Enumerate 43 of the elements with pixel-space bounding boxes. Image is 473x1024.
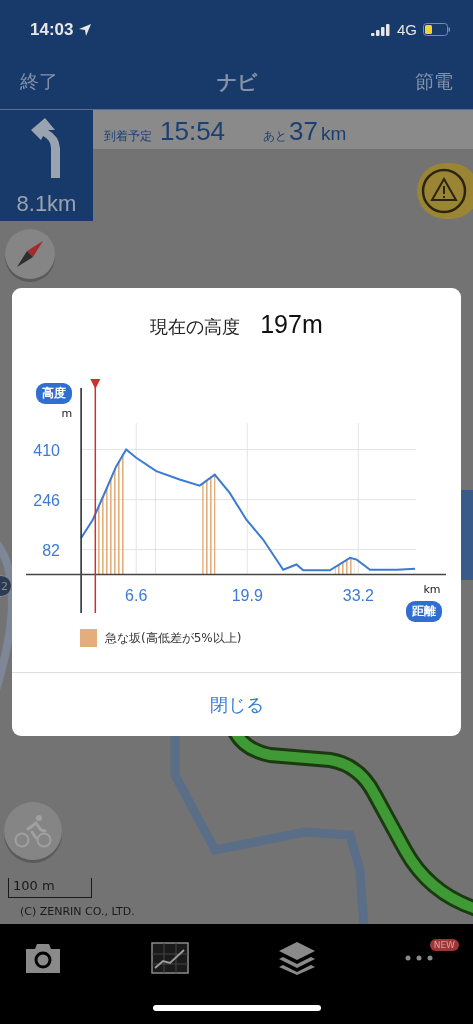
network-type: 4G bbox=[397, 21, 417, 38]
legend-swatch bbox=[80, 629, 97, 647]
legend-label: 急な坂(高低差が5%以上) bbox=[105, 629, 242, 647]
more-icon bbox=[405, 955, 433, 961]
remaining-label: あと bbox=[263, 128, 288, 145]
remaining-unit: km bbox=[321, 123, 347, 145]
distance-axis-badge: 距離 bbox=[405, 601, 442, 622]
line-chart-icon bbox=[151, 942, 189, 974]
x-tick-label: 33.2 bbox=[342, 587, 374, 604]
location-arrow-icon bbox=[79, 23, 92, 36]
eta-label: 到着予定 bbox=[104, 128, 152, 145]
x-tick-label: 19.9 bbox=[231, 587, 263, 604]
more-button[interactable]: NEW bbox=[405, 939, 459, 961]
warning-icon bbox=[421, 168, 467, 214]
dialog-title: 現在の高度 bbox=[150, 315, 241, 339]
clock: 14:03 bbox=[30, 19, 74, 40]
end-button[interactable]: 終了 bbox=[20, 69, 58, 95]
turn-distance: 8.1km bbox=[16, 191, 77, 217]
new-badge: NEW bbox=[429, 939, 459, 951]
compass-icon bbox=[17, 241, 43, 267]
camera-button[interactable] bbox=[24, 942, 62, 974]
power-save-button[interactable]: 節電 bbox=[415, 69, 453, 95]
altitude-unit: m bbox=[61, 407, 73, 420]
screen-title: ナビ bbox=[216, 68, 257, 96]
y-tick-label: 246 bbox=[32, 491, 60, 509]
copyright-text: (C) ZENRIN CO., LTD. bbox=[20, 905, 135, 918]
elevation-chart-button[interactable] bbox=[151, 942, 189, 974]
camera-icon bbox=[24, 942, 62, 974]
layers-icon bbox=[278, 941, 316, 975]
scale-bar: 100 m bbox=[8, 878, 92, 898]
altitude-axis-badge: 高度 bbox=[35, 383, 72, 404]
signal-icon bbox=[371, 23, 391, 36]
y-tick-label: 410 bbox=[32, 441, 60, 459]
bicycle-icon bbox=[14, 814, 52, 848]
close-button[interactable]: 閉じる bbox=[12, 672, 461, 736]
eta-time: 15:54 bbox=[160, 116, 226, 147]
y-tick-label: 82 bbox=[41, 541, 60, 559]
x-tick-label: 6.6 bbox=[124, 587, 147, 604]
battery-icon bbox=[423, 23, 451, 36]
layers-button[interactable] bbox=[278, 941, 316, 975]
current-altitude: 197m bbox=[260, 310, 323, 339]
distance-unit: km bbox=[423, 583, 441, 596]
remaining-distance: 37 bbox=[289, 116, 318, 147]
